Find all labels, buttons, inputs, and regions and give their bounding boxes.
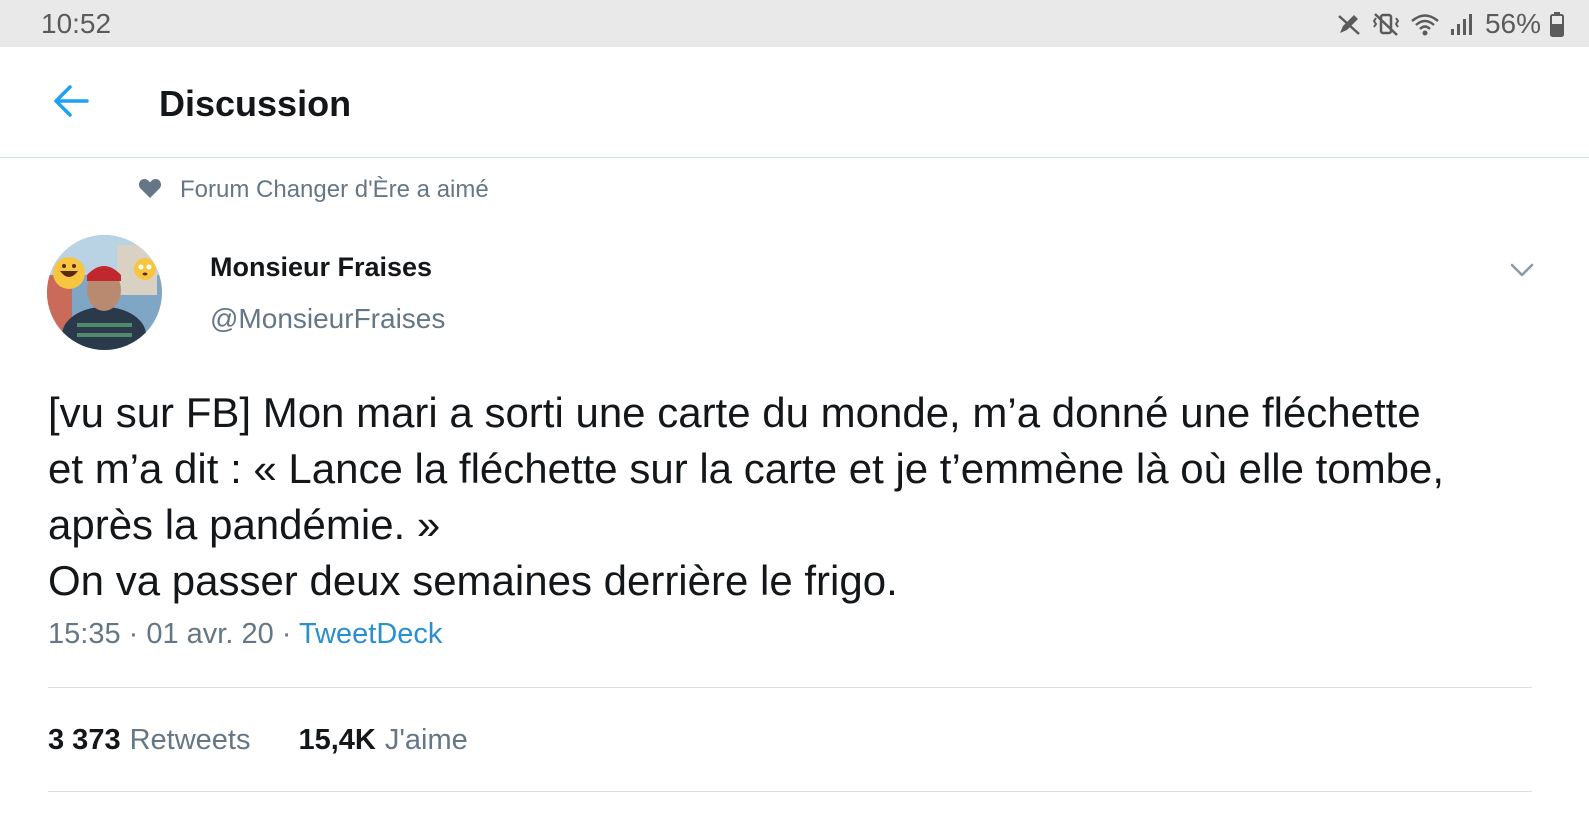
top-app-bar: Discussion xyxy=(0,47,1589,158)
back-button[interactable] xyxy=(50,82,92,124)
divider xyxy=(48,791,1532,792)
status-time: 10:52 xyxy=(41,8,112,39)
status-bar: 10:52 56% xyxy=(0,0,1589,47)
social-context[interactable]: Forum Changer d'Ère a aimé xyxy=(138,174,489,206)
page-title: Discussion xyxy=(159,83,352,124)
author-name[interactable]: Monsieur Fraises xyxy=(210,252,432,283)
likes-count: 15,4K xyxy=(298,723,376,756)
arrow-left-icon xyxy=(51,81,91,126)
tweet-text-line: après la pandémie. » xyxy=(48,501,441,548)
vibrate-mute-icon xyxy=(1371,10,1401,38)
tweet-text-line: On va passer deux semaines derrière le f… xyxy=(48,557,898,604)
divider xyxy=(48,687,1532,688)
retweets-stat[interactable]: 3 373 Retweets xyxy=(48,724,250,757)
tweet-text-line: et m’a dit : « Lance la fléchette sur la… xyxy=(48,445,1445,492)
retweets-count: 3 373 xyxy=(48,723,121,756)
social-context-text: Forum Changer d'Ère a aimé xyxy=(180,176,489,203)
tweet-stats: 3 373 Retweets 15,4K J'aime xyxy=(48,720,468,760)
signal-icon xyxy=(1449,10,1475,38)
heart-icon xyxy=(138,177,162,204)
tweet-meta: 15:35 · 01 avr. 20 · TweetDeck xyxy=(48,618,442,651)
likes-stat[interactable]: 15,4K J'aime xyxy=(298,724,467,757)
avatar[interactable] xyxy=(47,235,162,350)
tweet-detail-screen: 10:52 56% Discussion Forum Changer d'Ère… xyxy=(0,0,1589,823)
status-icons: 56% xyxy=(1335,8,1565,40)
likes-label: J'aime xyxy=(384,723,468,756)
wifi-icon xyxy=(1409,10,1441,38)
tweet-text-line: [vu sur FB] Mon mari a sorti une carte d… xyxy=(48,389,1421,436)
battery-percentage: 56% xyxy=(1484,8,1541,39)
tweet-timestamp: 15:35 · 01 avr. 20 · xyxy=(48,618,299,650)
chevron-down-icon xyxy=(1509,262,1535,283)
battery-icon xyxy=(1549,10,1565,38)
author-handle[interactable]: @MonsieurFraises xyxy=(210,303,445,335)
tweet-options-button[interactable] xyxy=(1506,258,1538,286)
pen-off-icon xyxy=(1335,10,1363,38)
retweets-label: Retweets xyxy=(129,723,251,756)
tweet-text: [vu sur FB] Mon mari a sorti une carte d… xyxy=(48,385,1548,609)
tweet-source-link[interactable]: TweetDeck xyxy=(299,618,442,650)
